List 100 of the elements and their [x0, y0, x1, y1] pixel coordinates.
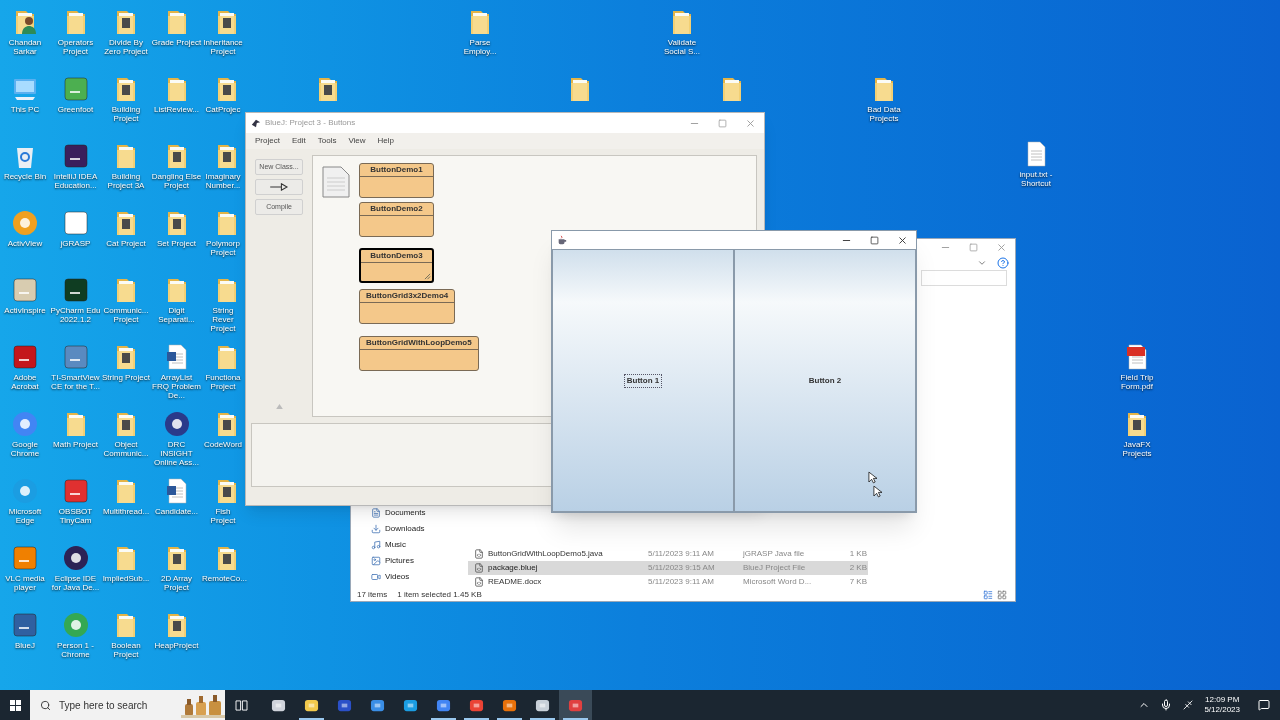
icon-label[interactable]: HeapProject — [151, 641, 202, 650]
microphone-icon[interactable] — [1160, 699, 1173, 711]
app-icon[interactable] — [11, 611, 39, 639]
icon-label[interactable]: ImpliedSub... — [101, 574, 151, 583]
icon-label[interactable]: Divide By Zero Project — [101, 38, 151, 56]
tiles-view-icon[interactable] — [997, 589, 1007, 600]
icon-label[interactable]: ActivInspire — [0, 306, 50, 315]
java-button[interactable]: Button 2 — [734, 249, 916, 512]
icon-label[interactable]: Field Trip Form.pdf — [1112, 373, 1162, 391]
class-box[interactable]: ButtonGrid3x2Demo4 — [359, 289, 456, 324]
details-view-icon[interactable] — [983, 589, 993, 600]
java-button[interactable]: Button 1 — [552, 249, 734, 512]
task-view-icon[interactable] — [235, 699, 248, 711]
menu-item[interactable]: Tools — [317, 135, 337, 147]
icon-label[interactable]: String Rever Project — [202, 306, 244, 333]
icon-label[interactable]: Bad Data Projects — [859, 105, 909, 123]
icon-label[interactable]: Recycle Bin — [0, 172, 50, 181]
icon-label[interactable]: ActivView — [0, 239, 50, 248]
icon-label[interactable]: Boolean Project — [101, 641, 151, 659]
icon-label[interactable]: Fish Project — [202, 507, 244, 525]
app-icon[interactable] — [61, 276, 90, 304]
app-icon[interactable] — [162, 410, 191, 438]
icon-label[interactable]: Person 1 - Chrome — [50, 641, 101, 659]
icon-label[interactable]: PyCharm Edu 2022.1.2 — [50, 306, 101, 324]
icon-label[interactable]: ListReview... — [151, 105, 202, 114]
icon-label[interactable]: Math Project — [50, 440, 101, 449]
icon-label[interactable]: String Project — [101, 373, 151, 382]
app-icon[interactable] — [61, 142, 90, 170]
icon-label[interactable]: Inheritance Project — [202, 38, 244, 56]
search-field[interactable] — [921, 270, 1007, 287]
icon-label[interactable]: Google Chrome — [0, 440, 50, 458]
icon-label[interactable]: Building Project 3A — [101, 172, 151, 190]
file-name: package.bluej — [488, 561, 539, 574]
nav-item[interactable]: Downloads — [371, 520, 456, 537]
icon-label[interactable]: Multithread... — [101, 507, 151, 516]
icon-label[interactable]: Adobe Acrobat — [0, 373, 50, 391]
icon-label[interactable]: Imaginary Number... — [202, 172, 244, 190]
icon-label[interactable]: This PC — [0, 105, 50, 114]
windows-start-icon[interactable] — [10, 699, 21, 711]
icon-label[interactable]: Greenfoot — [50, 105, 101, 114]
nav-item[interactable]: Documents — [371, 504, 456, 521]
icon-label[interactable]: Communic... Project — [101, 306, 151, 324]
notifications-icon[interactable] — [1258, 699, 1270, 711]
search-input[interactable]: Type here to search — [59, 697, 169, 713]
class-box[interactable]: ButtonDemo3 — [359, 248, 434, 283]
icon-label[interactable]: Cat Project — [101, 239, 151, 248]
class-box[interactable]: ButtonDemo2 — [359, 202, 434, 237]
network-icon[interactable] — [1182, 699, 1195, 711]
icon-label[interactable]: Set Project — [151, 239, 202, 248]
icon-label[interactable]: Grade Project — [151, 38, 202, 47]
icon-label[interactable]: jGRASP — [50, 239, 101, 248]
nav-item[interactable]: Music — [371, 536, 456, 553]
bird-icon — [251, 118, 261, 128]
menu-item[interactable]: View — [348, 135, 366, 147]
search-field[interactable]: Type here to search — [30, 690, 225, 720]
icon-label[interactable]: TI-SmartView CE for the T... — [50, 373, 101, 391]
menu-item[interactable]: Edit — [291, 135, 306, 147]
icon-label[interactable]: Eclipse IDE for Java De... — [50, 574, 101, 592]
arrow-button[interactable] — [255, 179, 303, 195]
resize-handle-icon[interactable] — [424, 273, 431, 280]
taskbar-app[interactable] — [559, 690, 592, 720]
class-box[interactable]: ButtonGridWithLoopDemo5 — [359, 336, 479, 371]
icon-label[interactable]: CatProjec — [202, 105, 244, 114]
app-icon[interactable] — [61, 477, 90, 505]
icon-label[interactable]: Operators Project — [50, 38, 101, 56]
nav-item[interactable]: Videos — [371, 568, 456, 585]
nav-item[interactable]: Pictures — [371, 552, 456, 569]
app-icon[interactable] — [61, 544, 90, 572]
maximize-icon[interactable] — [870, 235, 879, 245]
menu-item[interactable]: Help — [377, 135, 395, 147]
file-row[interactable]: ButtonGridWithLoopDemo5.java 5/11/2023 9:11 AM jGRASP Java file 1 KB — [468, 546, 868, 561]
icon-label[interactable]: OBSBOT TinyCam — [50, 507, 101, 525]
icon-label[interactable]: Digit Separati... — [151, 306, 202, 324]
app-icon — [271, 697, 286, 713]
icon-label[interactable]: Building Project — [101, 105, 151, 123]
icon-label[interactable]: CodeWord — [202, 440, 244, 449]
icon-label[interactable]: Polymorp Project — [202, 239, 244, 257]
close-icon[interactable] — [897, 234, 908, 246]
icon-label[interactable]: Chandan Sarkar — [0, 38, 50, 56]
file-row[interactable]: package.bluej 5/11/2023 9:15 AM BlueJ Project File 2 KB — [468, 560, 868, 575]
icon-label[interactable]: ArrayList FRQ Problem De... — [151, 373, 202, 400]
icon-label[interactable]: 2D Array Project — [151, 574, 202, 592]
icon-label[interactable]: input.txt - Shortcut — [1011, 170, 1061, 188]
icon-label[interactable]: VLC media player — [0, 574, 50, 592]
file-row[interactable]: README.docx 5/11/2023 9:11 AM Microsoft Word D... 7 KB — [468, 574, 868, 589]
icon-label[interactable]: Functiona Project — [202, 373, 244, 391]
icon-label[interactable]: BlueJ — [0, 641, 50, 650]
class-box[interactable]: ButtonDemo1 — [359, 163, 434, 198]
menu-item[interactable]: Project — [255, 135, 280, 147]
icon-label[interactable]: Microsoft Edge — [0, 507, 50, 525]
app-icon[interactable] — [11, 343, 39, 371]
icon-label[interactable]: Candidate... — [151, 507, 202, 516]
icon-label[interactable]: Parse Employ... — [455, 38, 505, 56]
icon-label[interactable]: DRC INSIGHT Online Ass... — [151, 440, 202, 467]
help-icon[interactable] — [997, 256, 1009, 269]
icon-label[interactable]: Validate Social S... — [657, 38, 707, 56]
icon-label[interactable]: JavaFX Projects — [1112, 440, 1162, 458]
icon-label[interactable]: IntelliJ IDEA Education... — [50, 172, 101, 190]
icon-label[interactable]: Dangling Else Project — [151, 172, 202, 190]
icon-label[interactable]: Object Communic... — [101, 440, 151, 458]
